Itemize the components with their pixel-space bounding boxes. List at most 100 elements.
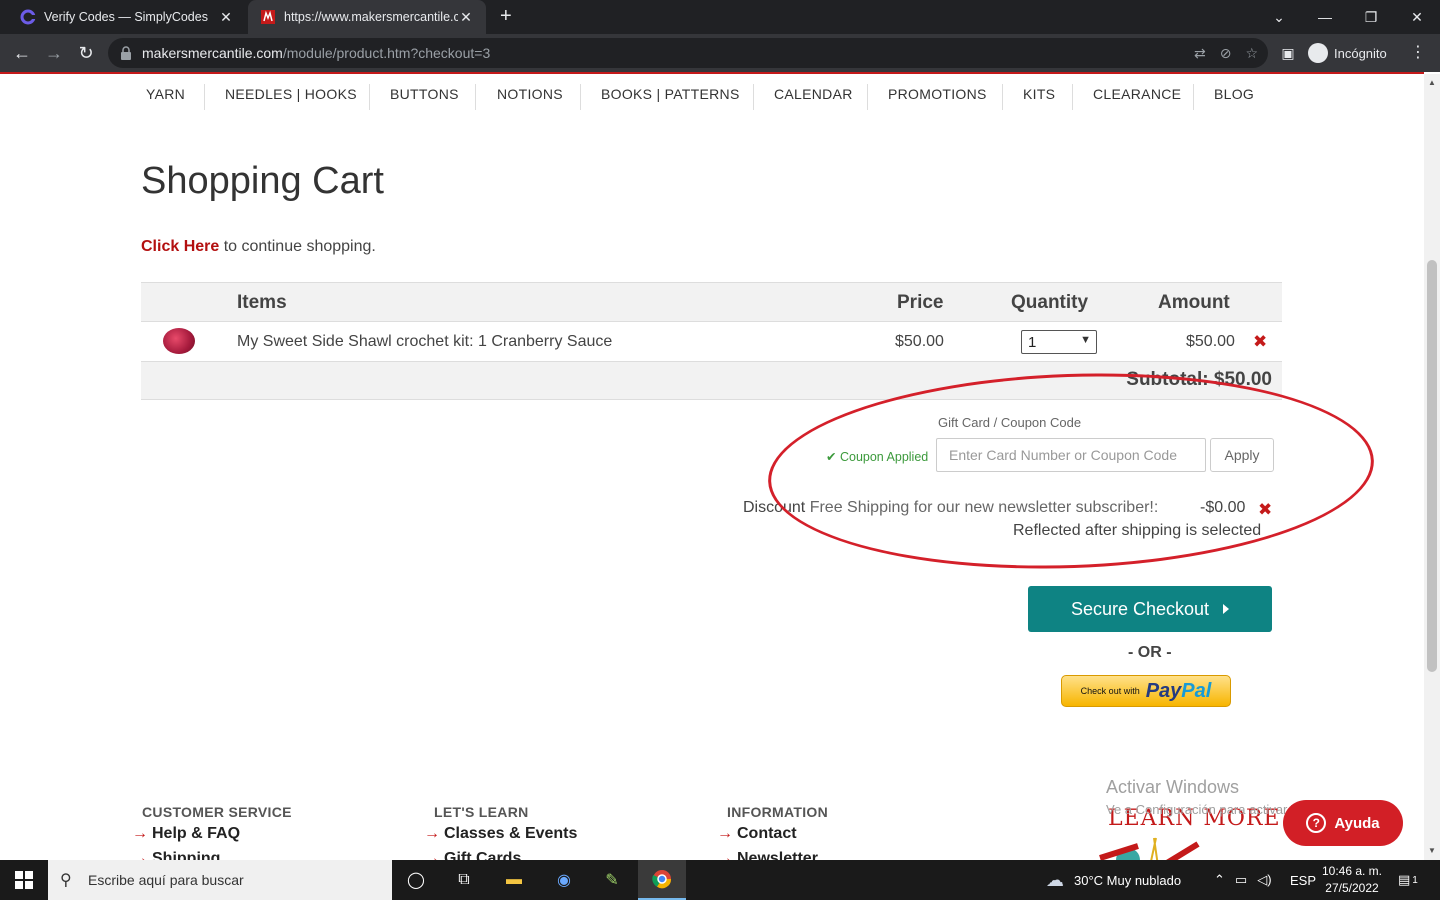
minimize-icon[interactable]: — (1302, 0, 1348, 34)
footer-link-classes-events[interactable]: → Classes & Events (424, 825, 577, 843)
close-window-icon[interactable]: ✕ (1394, 0, 1440, 34)
taskbar-search-input[interactable]: ⚲ Escribe aquí para buscar (48, 860, 392, 900)
nav-item-clearance[interactable]: CLEARANCE (1093, 86, 1181, 102)
paint-app-icon[interactable]: ✎ (588, 860, 636, 900)
nav-item-kits[interactable]: KITS (1023, 86, 1055, 102)
footer-title-customer-service: CUSTOMER SERVICE (142, 804, 292, 820)
arrow-right-icon: → (132, 850, 148, 860)
browser-menu-icon[interactable]: ⋮ (1410, 42, 1426, 62)
notification-center-icon[interactable]: ▤ 1 (1398, 860, 1418, 900)
page-scrollbar[interactable]: ▲ ▼ (1424, 74, 1440, 860)
footer-title-lets-learn: LET'S LEARN (434, 804, 529, 820)
nav-divider (867, 84, 868, 110)
help-chat-button[interactable]: ? Ayuda (1283, 800, 1403, 846)
nav-item-notions[interactable]: NOTIONS (497, 86, 563, 102)
file-explorer-icon[interactable]: ▬ (490, 860, 538, 900)
reload-icon[interactable]: ↻ (74, 41, 98, 65)
back-icon[interactable]: ← (10, 41, 34, 65)
tracking-blocked-icon[interactable]: ⊘ (1220, 45, 1232, 62)
close-tab-icon[interactable]: ✕ (458, 9, 474, 26)
footer-link-gift-cards[interactable]: → Gift Cards (424, 850, 521, 860)
paypal-prefix: Check out with (1080, 686, 1140, 696)
cart-header-row: Items Price Quantity Amount (141, 282, 1282, 322)
coupon-code-input[interactable]: Enter Card Number or Coupon Code (936, 438, 1206, 472)
cortana-icon[interactable]: ◯ (392, 860, 440, 900)
nav-item-calendar[interactable]: CALENDAR (774, 86, 853, 102)
notification-count: 1 (1412, 874, 1418, 886)
footer-title-information: INFORMATION (727, 804, 829, 820)
scrollbar-thumb[interactable] (1427, 260, 1437, 672)
taskbar-clock[interactable]: 10:46 a. m. 27/5/2022 (1318, 863, 1386, 897)
address-bar[interactable]: makersmercantile.com/module/product.htm?… (108, 38, 1268, 68)
incognito-indicator[interactable]: Incógnito (1308, 41, 1387, 65)
scroll-up-icon[interactable]: ▲ (1428, 78, 1436, 87)
windows-start-icon[interactable] (0, 860, 48, 900)
close-tab-icon[interactable]: ✕ (218, 9, 234, 26)
footer-link-shipping[interactable]: → Shipping (132, 850, 220, 860)
nav-item-yarn[interactable]: YARN (146, 86, 185, 102)
chrome-app-icon[interactable] (638, 860, 686, 900)
footer-link-label: Shipping (152, 850, 221, 860)
tab-search-icon[interactable]: ⌄ (1256, 0, 1302, 34)
apply-coupon-button[interactable]: Apply (1210, 438, 1274, 472)
page-title: Shopping Cart (141, 160, 384, 202)
yarn-needles-illustration-icon (1099, 837, 1200, 860)
secure-checkout-button[interactable]: Secure Checkout (1028, 586, 1272, 632)
remove-item-icon[interactable]: ✖ (1253, 332, 1267, 352)
continue-shopping-link[interactable]: Click Here (141, 238, 219, 255)
discount-line: Discount Free Shipping for our new newsl… (743, 499, 1158, 517)
column-header-price: Price (897, 292, 944, 313)
column-header-items: Items (237, 292, 287, 313)
chevron-down-icon: ▼ (1080, 334, 1091, 346)
network-icon[interactable]: ▭ (1235, 872, 1247, 888)
weather-widget[interactable]: ☁ 30°C Muy nublado (1046, 860, 1181, 900)
translate-icon[interactable]: ⇄ (1194, 45, 1206, 62)
arrow-right-icon: → (424, 850, 440, 860)
footer-link-label: Help & FAQ (152, 825, 241, 842)
language-indicator[interactable]: ESP (1290, 860, 1316, 900)
footer-link-newsletter[interactable]: → Newsletter (717, 850, 818, 860)
task-view-icon[interactable]: ⧉ (440, 860, 488, 900)
or-separator: - OR - (1128, 644, 1172, 661)
nav-divider (580, 84, 581, 110)
url-domain: makersmercantile.com (142, 45, 283, 61)
paypal-logo-icon: PayPal (1146, 680, 1212, 703)
nav-item-buttons[interactable]: BUTTONS (390, 86, 459, 102)
cart-table: Items Price Quantity Amount My Sweet Sid… (141, 282, 1282, 400)
search-icon: ⚲ (60, 872, 72, 889)
paypal-checkout-button[interactable]: Check out with PayPal (1061, 675, 1231, 707)
cart-item-price: $50.00 (895, 333, 944, 350)
lock-icon (121, 46, 131, 60)
incognito-icon (1308, 43, 1328, 63)
paypal-logo-pal: Pal (1181, 679, 1212, 702)
sidebar-toggle-icon[interactable]: ▣ (1276, 41, 1300, 65)
footer-link-contact[interactable]: → Contact (717, 825, 797, 843)
column-header-quantity: Quantity (1011, 292, 1089, 313)
discount-amount: -$0.00 (1200, 499, 1246, 516)
tab-simplycodes[interactable]: Verify Codes — SimplyCodes ✕ (8, 0, 246, 34)
nav-item-needles-hooks[interactable]: NEEDLES | HOOKS (225, 86, 357, 102)
remove-discount-icon[interactable]: ✖ (1258, 500, 1272, 520)
product-thumbnail[interactable] (163, 328, 195, 354)
column-header-amount: Amount (1158, 292, 1230, 313)
nav-item-books-patterns[interactable]: BOOKS | PATTERNS (601, 86, 740, 102)
restore-icon[interactable]: ❐ (1348, 0, 1394, 34)
chevron-up-icon[interactable]: ⌃ (1214, 872, 1225, 888)
nav-item-promotions[interactable]: PROMOTIONS (888, 86, 987, 102)
forward-icon[interactable]: → (42, 41, 66, 65)
cart-item-name[interactable]: My Sweet Side Shawl crochet kit: 1 Cranb… (237, 333, 612, 351)
nav-item-blog[interactable]: BLOG (1214, 86, 1254, 102)
scroll-down-icon[interactable]: ▼ (1428, 846, 1436, 855)
tab-makersmercantile[interactable]: https://www.makersmercantile.co ✕ (248, 0, 486, 34)
bookmark-star-icon[interactable]: ☆ (1245, 45, 1258, 62)
footer-link-label: Gift Cards (444, 850, 522, 860)
nav-divider (204, 84, 205, 110)
volume-icon[interactable]: ◁) (1257, 872, 1271, 888)
secure-checkout-label: Secure Checkout (1070, 598, 1210, 619)
quantity-select[interactable]: 1 ▼ (1021, 330, 1097, 354)
footer-link-help-faq[interactable]: → Help & FAQ (132, 825, 240, 843)
coupon-applied-text: Coupon Applied (839, 450, 929, 464)
new-tab-icon[interactable]: + (500, 5, 512, 28)
arrow-right-icon: → (132, 825, 148, 842)
browser-app-icon[interactable]: ◉ (540, 860, 588, 900)
